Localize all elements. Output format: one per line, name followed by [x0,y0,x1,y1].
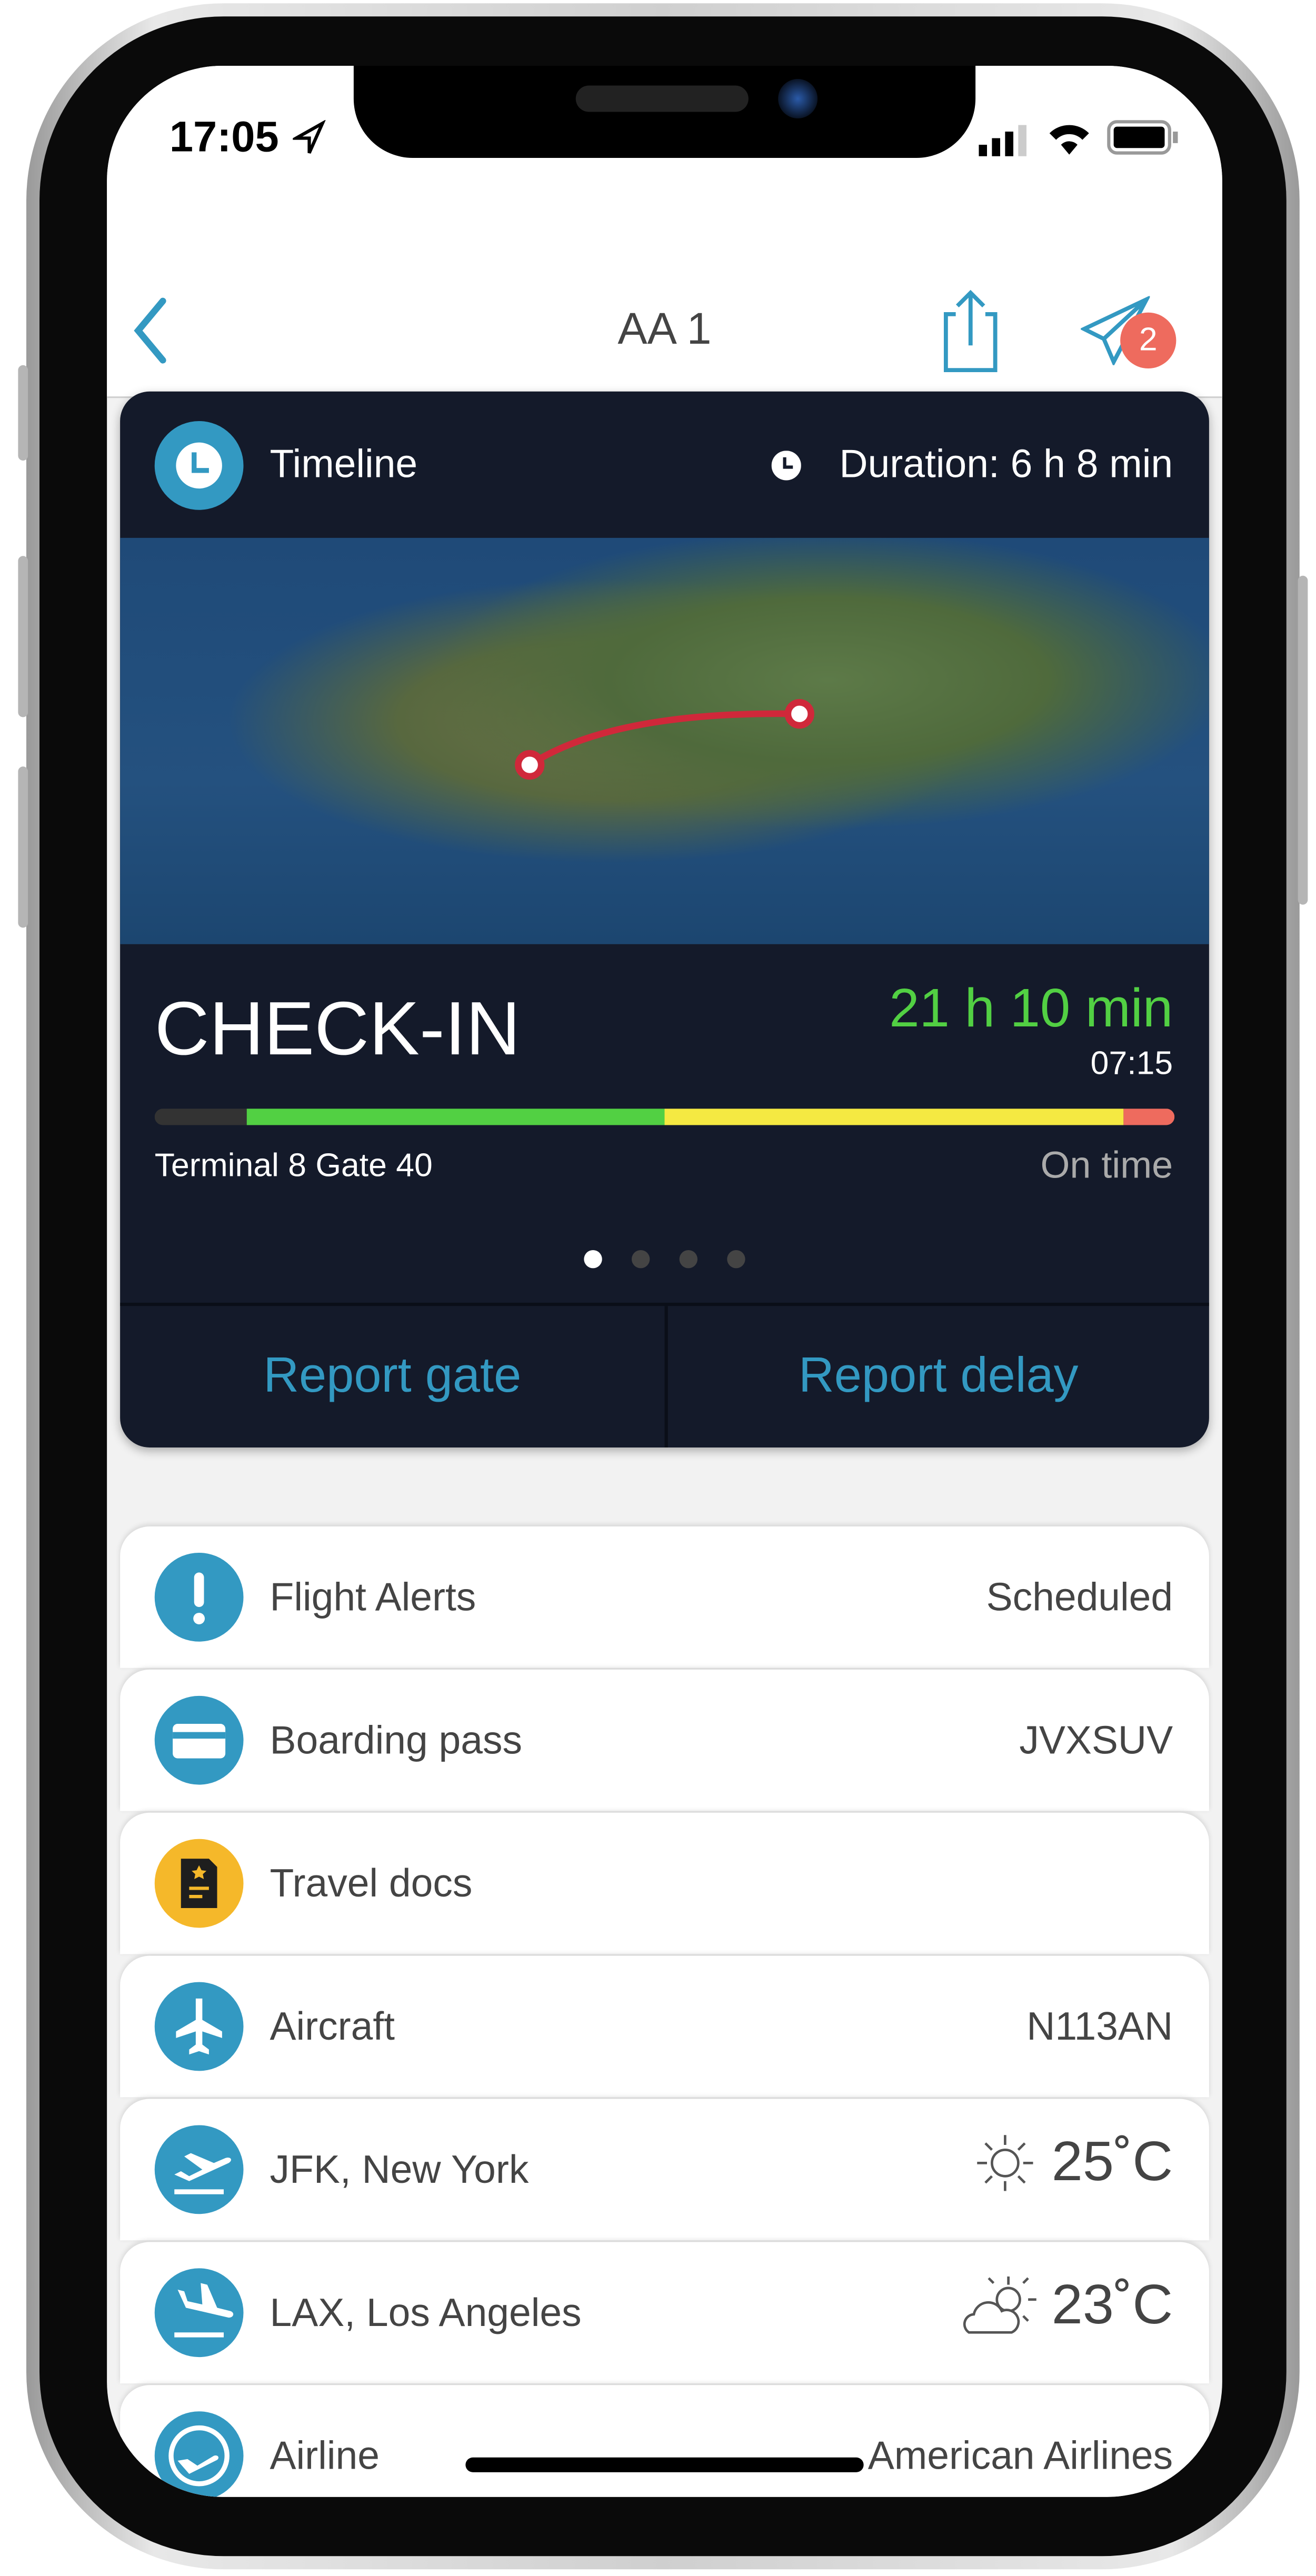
gate-info: Terminal 8 Gate 40 [154,1148,433,1184]
mute-switch [18,365,28,461]
progress-segment [154,1109,247,1125]
page-dot[interactable] [727,1250,745,1269]
partly-cloudy-icon [960,2272,1052,2334]
phase-label: CHECK-IN [154,985,521,1071]
flight-route [515,699,814,780]
row-label: Aircraft [270,2005,395,2050]
nav-bar: AA 1 2 [107,222,1222,398]
document-icon [154,1839,244,1928]
list-item-boarding-pass[interactable]: Boarding pass JVXSUV [120,1669,1209,1811]
signal-icon [979,125,1026,156]
home-indicator[interactable] [465,2457,864,2472]
report-delay-button[interactable]: Report delay [668,1306,1209,1447]
battery-icon [1107,120,1178,155]
row-value: JVXSUV [1019,1719,1173,1763]
volume-up-button [18,556,28,717]
flight-map[interactable] [120,537,1209,944]
list-item-aircraft[interactable]: Aircraft N113AN [120,1955,1209,2098]
progress-segment [664,1109,1124,1125]
power-button [1298,575,1308,905]
timeline-card: Timeline Duration: 6 h 8 min CHECK-IN 21… [120,391,1209,1447]
page-dot[interactable] [679,1250,697,1269]
wifi-icon [1049,125,1089,155]
takeoff-icon [154,2125,244,2214]
temperature: 23˚C [1051,2274,1173,2337]
origin-marker [515,750,545,780]
page-title: AA 1 [617,304,712,354]
list-item-lax-los-angeles[interactable]: LAX, Los Angeles 23˚C [120,2242,1209,2384]
duration-clock-icon [771,451,801,481]
page-dot[interactable] [584,1250,602,1269]
page-dot[interactable] [632,1250,650,1269]
location-arrow-icon [293,120,326,154]
screen: 17:05 AA 1 2 Timeline Duration: 6 h 8 mi… [107,66,1222,2497]
landing-icon [154,2268,244,2358]
timeline-header: Timeline [270,442,418,487]
airplane-icon [154,1982,244,2071]
volume-down-button [18,766,28,928]
progress-segment [1123,1109,1175,1125]
airline-icon [154,2411,244,2497]
row-value: American Airlines [868,2434,1173,2479]
row-value: N113AN [1026,2005,1173,2050]
duration: Duration: 6 h 8 min [839,442,1173,487]
row-label: Airline [270,2434,380,2479]
page-indicator[interactable] [120,1247,1209,1276]
report-gate-button[interactable]: Report gate [120,1306,664,1447]
row-value: Scheduled [986,1575,1173,1621]
countdown: 21 h 10 min [889,977,1173,1038]
row-label: LAX, Los Angeles [270,2291,582,2336]
list-item-airline[interactable]: Airline American Airlines [120,2385,1209,2497]
notification-badge: 2 [1120,312,1177,368]
status-time: 17:05 [169,112,279,162]
progress-segment [246,1109,665,1125]
checkin-time: 07:15 [1090,1046,1173,1083]
list-item-jfk-new-york[interactable]: JFK, New York 25˚C [120,2099,1209,2241]
list-item-flight-alerts[interactable]: Flight Alerts Scheduled [120,1526,1209,1668]
speaker [575,85,749,112]
row-label: Boarding pass [270,1719,522,1763]
camera [778,79,818,118]
alert-icon [154,1553,244,1642]
notch [353,66,976,158]
row-label: Flight Alerts [270,1575,476,1621]
destination-marker [784,699,814,729]
share-icon[interactable] [939,288,1005,374]
row-label: JFK, New York [270,2148,529,2193]
clock-icon [154,421,244,510]
row-label: Travel docs [270,1862,473,1906]
sunny-icon [973,2129,1052,2191]
card-icon [154,1695,244,1785]
temperature: 25˚C [1051,2131,1173,2194]
flight-status: On time [1040,1143,1173,1186]
list-item-travel-docs[interactable]: Travel docs [120,1812,1209,1954]
progress-bar [154,1109,1175,1125]
